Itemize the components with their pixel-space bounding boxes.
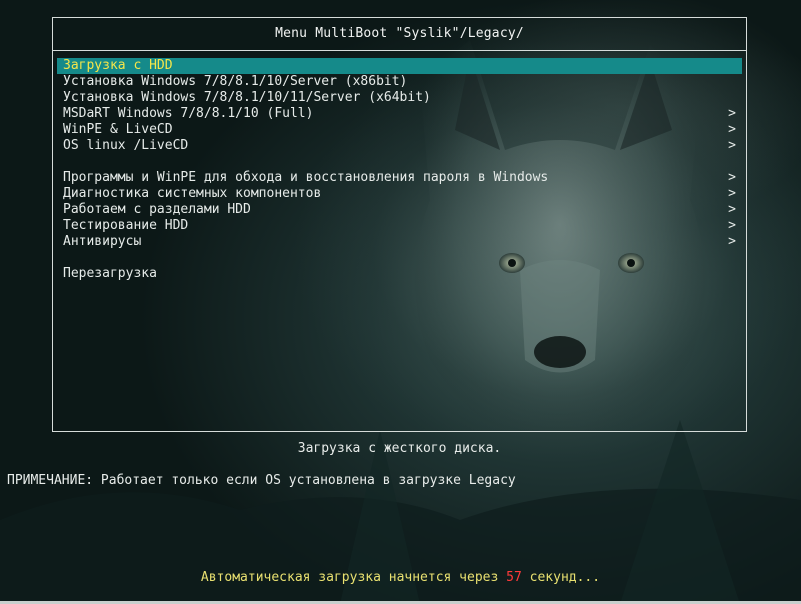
menu-spacer: [57, 154, 742, 170]
menu-item-password-recovery[interactable]: Программы и WinPE для обхода и восстанов…: [57, 170, 742, 186]
menu-item-reboot[interactable]: Перезагрузка: [57, 266, 742, 282]
menu-item-os-linux[interactable]: OS linux /LiveCD >: [57, 138, 742, 154]
menu-spacer: [57, 250, 742, 266]
submenu-arrow-icon: >: [728, 122, 736, 137]
submenu-arrow-icon: >: [728, 170, 736, 185]
submenu-arrow-icon: >: [728, 138, 736, 153]
selected-item-description: Загрузка с жесткого диска.: [297, 441, 502, 456]
menu-item-install-windows-x64[interactable]: Установка Windows 7/8/8.1/10/11/Server (…: [57, 90, 742, 106]
menu-title-divider: [53, 50, 746, 51]
menu-item-label: Загрузка с HDD: [63, 58, 173, 73]
menu-item-boot-hdd[interactable]: Загрузка с HDD: [57, 58, 742, 74]
countdown-suffix: секунд...: [521, 570, 601, 585]
menu-item-label: Тестирование HDD: [63, 218, 189, 233]
menu-item-label: Установка Windows 7/8/8.1/10/Server (x86…: [63, 74, 408, 89]
submenu-arrow-icon: >: [728, 106, 736, 121]
menu-item-label: OS linux /LiveCD: [63, 138, 189, 153]
menu-title: Menu MultiBoot "Syslik"/Legacy/: [275, 26, 524, 41]
submenu-arrow-icon: >: [728, 202, 736, 217]
menu-item-antivirus[interactable]: Антивирусы >: [57, 234, 742, 250]
menu-item-hdd-testing[interactable]: Тестирование HDD >: [57, 218, 742, 234]
menu-item-msdart[interactable]: MSDaRT Windows 7/8/8.1/10 (Full) >: [57, 106, 742, 122]
menu-item-label: Установка Windows 7/8/8.1/10/11/Server (…: [63, 90, 431, 105]
countdown-prefix: Автоматическая загрузка начнется через: [200, 570, 507, 585]
menu-item-diagnostics[interactable]: Диагностика системных компонентов >: [57, 186, 742, 202]
menu-item-label: MSDaRT Windows 7/8/8.1/10 (Full): [63, 106, 314, 121]
menu-item-label: Программы и WinPE для обхода и восстанов…: [63, 170, 549, 185]
menu-item-label: Работаем с разделами HDD: [63, 202, 251, 217]
menu-item-label: WinPE & LiveCD: [63, 122, 173, 137]
menu-item-label: Диагностика системных компонентов: [63, 186, 322, 201]
countdown-seconds: 57: [506, 570, 522, 585]
menu-item-hdd-partitions[interactable]: Работаем с разделами HDD >: [57, 202, 742, 218]
note-text: ПРИМЕЧАНИЕ: Работает только если OS уста…: [7, 473, 516, 488]
boot-screen: Menu MultiBoot "Syslik"/Legacy/ Загрузка…: [0, 0, 801, 604]
menu-item-winpe-livecd[interactable]: WinPE & LiveCD >: [57, 122, 742, 138]
menu-item-label: Перезагрузка: [63, 266, 157, 281]
submenu-arrow-icon: >: [728, 234, 736, 249]
autoboot-countdown: Автоматическая загрузка начнется через 5…: [0, 570, 801, 585]
submenu-arrow-icon: >: [728, 218, 736, 233]
menu-item-label: Антивирусы: [63, 234, 142, 249]
boot-menu-list: Загрузка с HDD Установка Windows 7/8/8.1…: [57, 58, 742, 282]
menu-item-install-windows-x86[interactable]: Установка Windows 7/8/8.1/10/Server (x86…: [57, 74, 742, 90]
boot-menu-frame: Menu MultiBoot "Syslik"/Legacy/ Загрузка…: [52, 17, 747, 432]
submenu-arrow-icon: >: [728, 186, 736, 201]
